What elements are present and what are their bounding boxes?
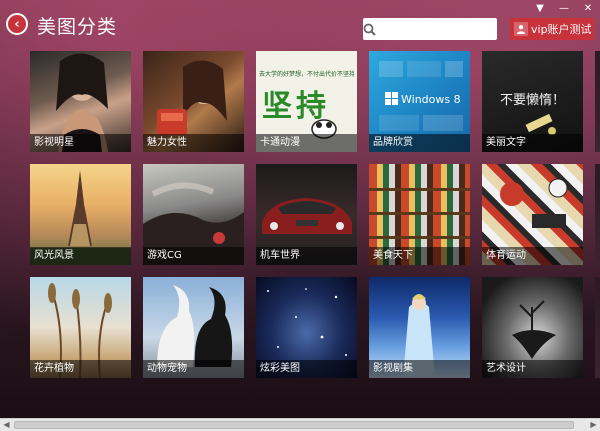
horizontal-scrollbar[interactable]: ◀ ▶ [0, 418, 600, 431]
tile-label: 动物宠物 [143, 360, 244, 378]
category-tile-scenery[interactable]: 风光风景 [30, 164, 131, 265]
tile-label: 卡通动漫 [256, 134, 357, 152]
tile-label: 影视剧集 [369, 360, 470, 378]
category-tile-cartoon[interactable]: 去大学的好梦想，不付出代价不坚持 坚持 卡通动漫 [256, 51, 357, 152]
account-label: vip账户测试 [531, 23, 592, 36]
user-icon [514, 22, 528, 36]
search-icon[interactable] [363, 18, 376, 40]
scroll-right-icon[interactable]: ▶ [587, 419, 600, 431]
tile-label: 风光风景 [30, 247, 131, 265]
category-tile-plants[interactable]: 花卉植物 [30, 277, 131, 378]
category-tile-drama[interactable]: 影视剧集 [369, 277, 470, 378]
page-title: 美图分类 [37, 16, 118, 38]
tile-label: 美食天下 [369, 247, 470, 265]
category-tile-sports[interactable]: 体育运动 [482, 164, 583, 265]
category-tile-pets[interactable]: 动物宠物 [143, 277, 244, 378]
search-box [363, 18, 521, 40]
chevron-left-icon: ‹ [14, 16, 20, 32]
search-input[interactable] [376, 19, 521, 39]
category-tile-brand[interactable]: Windows 8 品牌欣赏 [369, 51, 470, 152]
category-tile-partial [595, 51, 600, 152]
scroll-left-icon[interactable]: ◀ [0, 419, 13, 431]
category-tile-partial [595, 277, 600, 378]
category-tile-partial [595, 164, 600, 265]
tile-label: 机车世界 [256, 247, 357, 265]
brand-text: Windows 8 [401, 93, 461, 106]
app-window: ‹ 美图分类 ▼ — ✕ vip账户测试 影视明星 魅力女性 去大学的好梦想，不… [0, 0, 600, 431]
category-tile-text-art[interactable]: 不要懒惰！ 美丽文字 [482, 51, 583, 152]
tile-label: 花卉植物 [30, 360, 131, 378]
category-tile-charm[interactable]: 魅力女性 [143, 51, 244, 152]
category-tile-food[interactable]: 美食天下 [369, 164, 470, 265]
category-tile-stars[interactable]: 影视明星 [30, 51, 131, 152]
window-controls: ▼ — ✕ [534, 2, 594, 14]
category-tile-vehicles[interactable]: 机车世界 [256, 164, 357, 265]
tile-label: 炫彩美图 [256, 360, 357, 378]
category-tile-game-cg[interactable]: 游戏CG [143, 164, 244, 265]
scroll-thumb[interactable] [14, 421, 574, 429]
tile-label: 体育运动 [482, 247, 583, 265]
minimize-icon[interactable]: — [558, 2, 570, 14]
tile-label: 影视明星 [30, 134, 131, 152]
category-grid: 影视明星 魅力女性 去大学的好梦想，不付出代价不坚持 坚持 卡通动漫 Windo… [30, 51, 600, 381]
tile-label: 魅力女性 [143, 134, 244, 152]
tile-label: 游戏CG [143, 247, 244, 265]
tile-label: 美丽文字 [482, 134, 583, 152]
category-tile-colorful[interactable]: 炫彩美图 [256, 277, 357, 378]
category-tile-art-design[interactable]: 艺术设计 [482, 277, 583, 378]
tile-label: 品牌欣赏 [369, 134, 470, 152]
account-button[interactable]: vip账户测试 [510, 18, 594, 40]
close-icon[interactable]: ✕ [582, 2, 594, 14]
menu-dropdown-icon[interactable]: ▼ [534, 2, 546, 14]
back-button[interactable]: ‹ [6, 13, 28, 35]
tile-label: 艺术设计 [482, 360, 583, 378]
